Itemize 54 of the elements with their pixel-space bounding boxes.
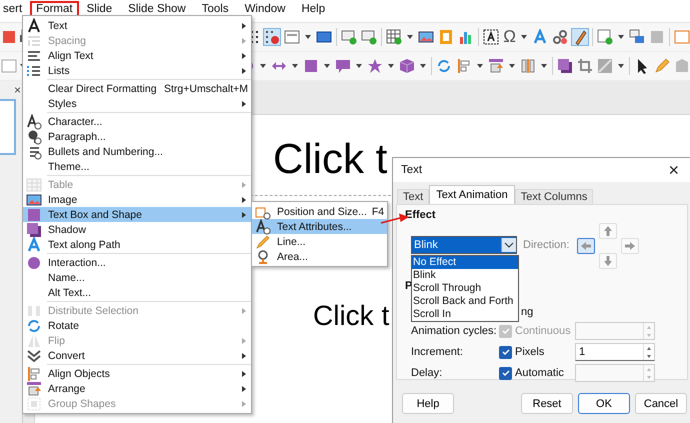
tab[interactable]: Text Animation xyxy=(429,185,515,204)
menu-item[interactable]: Name... xyxy=(23,270,251,285)
menu-item[interactable]: Help xyxy=(293,1,334,18)
close-button[interactable]: × xyxy=(14,85,22,95)
menu-item[interactable]: Line... xyxy=(252,234,388,249)
list-option[interactable]: No Effect xyxy=(412,256,518,269)
dialog-button[interactable]: Reset xyxy=(521,393,573,414)
menu-item[interactable]: sert xyxy=(0,1,30,18)
effect-dropdown[interactable]: Blink xyxy=(411,236,517,254)
list-option[interactable]: Scroll Back and Forth xyxy=(412,295,518,308)
menu-item[interactable]: Text Box and Shape xyxy=(23,207,251,222)
field-label: Increment: xyxy=(411,346,464,358)
menu-item[interactable]: Styles xyxy=(23,96,251,111)
menu-item[interactable]: Text along Path xyxy=(23,237,251,252)
tab[interactable]: Text xyxy=(397,189,430,204)
menu-item[interactable]: Align Text xyxy=(23,48,251,63)
menu-item[interactable]: Window xyxy=(236,1,294,18)
menu-item[interactable]: Arrange xyxy=(23,381,251,396)
field-label: Animation cycles: xyxy=(411,325,498,337)
menu-item[interactable]: Interaction... xyxy=(23,255,251,270)
checkbox-label: Continuous xyxy=(515,325,571,337)
title-text: Click t xyxy=(272,135,388,183)
direction-label: Direction: xyxy=(523,239,570,251)
close-button[interactable]: × xyxy=(668,161,679,179)
menu-item[interactable]: Slide xyxy=(78,1,120,18)
tab[interactable]: Text Columns xyxy=(514,189,594,204)
menu-item[interactable]: Align Objects xyxy=(23,366,251,381)
dialog-button[interactable]: Cancel xyxy=(635,393,687,414)
menu-item[interactable]: Rotate xyxy=(23,318,251,333)
menu-item[interactable]: Tools xyxy=(194,1,237,18)
window-title: Text xyxy=(401,164,422,176)
checkbox-label: Pixels xyxy=(515,346,544,358)
menu-item[interactable]: Clear Direct Formatting Strg+Umschalt+M xyxy=(23,81,251,96)
list-option[interactable]: Blink xyxy=(412,269,518,282)
menu-item[interactable]: Lists xyxy=(23,63,251,78)
menu-item[interactable]: Convert xyxy=(23,348,251,363)
menu-item[interactable]: Alt Text... xyxy=(23,285,251,300)
menu-item[interactable]: Position and Size... F4 xyxy=(252,204,388,219)
menu-item[interactable]: Text Attributes... xyxy=(252,219,388,234)
list-option[interactable]: Scroll In xyxy=(412,308,518,321)
menu-item[interactable]: Slide Show xyxy=(120,1,194,18)
list-option[interactable]: Scroll Through xyxy=(412,282,518,295)
dialog-button[interactable]: OK xyxy=(578,393,630,414)
special-character-button[interactable]: Ω xyxy=(503,29,516,45)
dialog-button[interactable]: Help xyxy=(402,393,454,414)
option-label: ng xyxy=(521,306,534,318)
field-label: Delay: xyxy=(411,367,444,379)
checkbox-label: Automatic xyxy=(515,367,564,379)
menu-item[interactable]: Text xyxy=(23,18,251,33)
subtitle-text: Click t xyxy=(313,300,390,332)
spin-field[interactable]: 1 xyxy=(575,343,655,361)
section-heading: Effect xyxy=(405,209,437,221)
menu-item[interactable]: Area... xyxy=(252,249,388,264)
menu-item[interactable]: Shadow xyxy=(23,222,251,237)
